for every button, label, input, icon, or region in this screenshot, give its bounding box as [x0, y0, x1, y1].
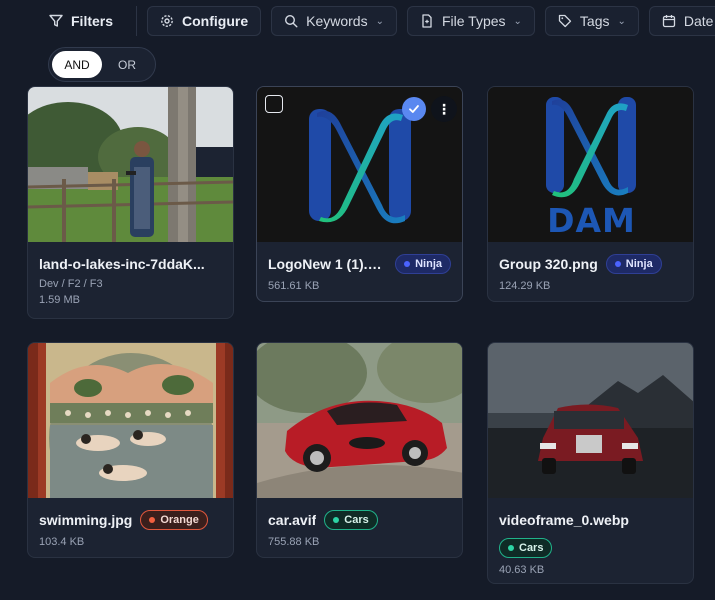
logic-toggle: AND OR — [48, 47, 156, 82]
tag-badge[interactable]: Cars — [324, 510, 378, 530]
configure-button[interactable]: Configure — [147, 6, 262, 36]
asset-card[interactable]: land-o-lakes-inc-7ddaK... Dev / F2 / F3 … — [27, 86, 234, 319]
file-icon — [420, 14, 434, 28]
select-checkbox[interactable] — [265, 95, 283, 113]
asset-size: 561.61 KB — [268, 280, 320, 292]
asset-card[interactable]: car.avif Cars 755.88 KB — [256, 342, 463, 558]
asset-thumbnail-photo[interactable] — [488, 343, 693, 498]
tag-label: Cars — [519, 542, 544, 554]
tag-label: Ninja — [625, 258, 653, 270]
asset-size: 124.29 KB — [499, 280, 551, 292]
tag-icon — [558, 14, 572, 28]
asset-card[interactable]: ⋮ LogoNew 1 (1).png Ninja 561.61 KB — [256, 86, 463, 302]
tags-label: Tags — [579, 13, 610, 29]
selected-check-icon[interactable] — [402, 97, 426, 121]
asset-size: 103.4 KB — [39, 536, 85, 548]
keywords-label: Keywords — [306, 13, 368, 29]
tag-dot — [508, 545, 514, 551]
asset-name[interactable]: LogoNew 1 (1).png — [268, 256, 387, 272]
tag-label: Cars — [344, 514, 369, 526]
toolbar-divider — [136, 6, 138, 36]
logo-wordmark: DAM — [547, 201, 636, 240]
asset-name[interactable]: land-o-lakes-inc-7ddaK... — [39, 256, 205, 272]
tag-dot — [149, 517, 156, 523]
tag-badge[interactable]: Ninja — [395, 254, 451, 274]
chevron-down-icon: ⌄ — [375, 15, 384, 27]
asset-size: 1.59 MB — [39, 294, 80, 306]
tag-dot — [404, 261, 411, 267]
asset-size: 40.63 KB — [499, 564, 545, 576]
search-icon — [284, 14, 298, 28]
tag-label: Orange — [160, 514, 199, 526]
calendar-icon — [662, 14, 676, 28]
tag-dot — [333, 517, 340, 523]
asset-thumbnail-logo[interactable]: DAM — [488, 87, 693, 242]
or-option[interactable]: OR — [102, 51, 152, 78]
asset-size: 755.88 KB — [268, 536, 320, 548]
filters-label: Filters — [71, 13, 114, 29]
configure-label: Configure — [182, 13, 249, 29]
asset-card[interactable]: videoframe_0.webp Cars 40.63 KB — [487, 342, 694, 584]
asset-name[interactable]: swimming.jpg — [39, 512, 132, 528]
chevron-down-icon: ⌄ — [617, 15, 626, 27]
asset-thumbnail-logo[interactable]: ⋮ — [257, 87, 462, 242]
tags-dropdown[interactable]: Tags ⌄ — [544, 6, 639, 36]
date-created-label: Date Cr — [683, 13, 715, 29]
tag-dot — [614, 261, 621, 267]
asset-thumbnail-painting[interactable] — [28, 343, 233, 498]
asset-name[interactable]: videoframe_0.webp — [499, 512, 629, 528]
asset-thumbnail-photo[interactable] — [257, 343, 462, 498]
date-created-dropdown[interactable]: Date Cr — [648, 6, 715, 36]
asset-card[interactable]: DAM Group 320.png Ninja 124.29 KB — [487, 86, 694, 302]
asset-thumbnail-photo[interactable] — [28, 87, 233, 242]
asset-card[interactable]: swimming.jpg Orange 103.4 KB — [27, 342, 234, 558]
keywords-dropdown[interactable]: Keywords ⌄ — [271, 6, 397, 36]
asset-name[interactable]: car.avif — [268, 512, 316, 528]
asset-path: Dev / F2 / F3 — [39, 278, 103, 290]
chevron-down-icon: ⌄ — [513, 15, 522, 27]
gear-icon — [160, 14, 174, 28]
tag-badge[interactable]: Ninja — [605, 254, 662, 274]
file-types-dropdown[interactable]: File Types ⌄ — [406, 6, 535, 36]
filters-button[interactable]: Filters — [36, 6, 126, 36]
tag-label: Ninja — [415, 258, 442, 270]
file-types-label: File Types — [441, 13, 506, 29]
tag-badge[interactable]: Cars — [499, 538, 553, 558]
tag-badge[interactable]: Orange — [140, 510, 208, 530]
filter-icon — [49, 14, 63, 28]
and-option[interactable]: AND — [52, 51, 102, 78]
filter-toolbar: Filters Configure Keywords ⌄ File Types … — [0, 0, 715, 42]
asset-name[interactable]: Group 320.png — [499, 256, 598, 272]
more-options-icon[interactable]: ⋮ — [431, 96, 457, 122]
